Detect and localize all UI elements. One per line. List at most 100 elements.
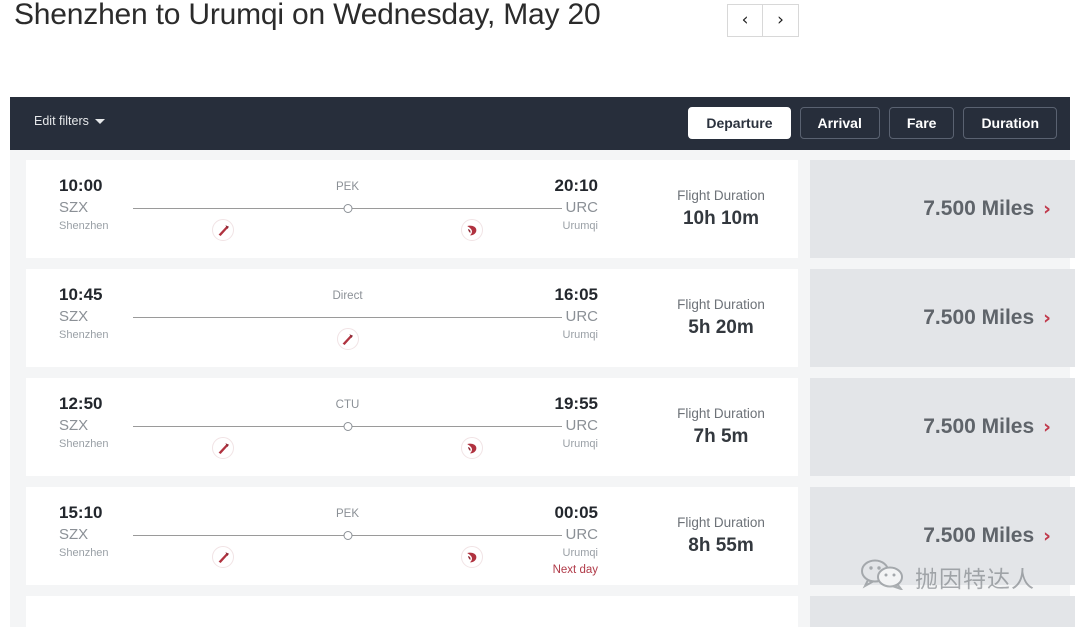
arrival-airport-code: URC — [565, 308, 599, 325]
miles-price-block: 7.500 Miles › — [923, 306, 1051, 330]
arrival-city: Urumqi — [562, 547, 598, 559]
flight-details-card[interactable]: 15:10 SZX Shenzhen PEK 00:05 URC Urumqi Next da… — [26, 487, 798, 585]
flight-duration-block: Flight Duration 10h 10m — [646, 186, 796, 232]
flight-duration-block: Flight Duration 8h 55m — [646, 513, 796, 559]
flight-details-card[interactable]: 10:45 SZX Shenzhen Direct 16:05 URC Urumqi Flig… — [26, 269, 798, 367]
stop-label: PEK — [335, 508, 360, 520]
results-toolbar: Edit filters Departure Arrival Fare Duratio… — [10, 97, 1070, 150]
departure-time: 12:50 — [59, 394, 103, 413]
flight-row[interactable]: 15:10 SZX Shenzhen PEK 00:05 URC Urumqi Next da… — [10, 487, 1075, 585]
flight-search-results-page: Shenzhen to Urumqi on Wednesday, May 20 … — [0, 0, 1080, 627]
edit-filters-button[interactable]: Edit filters — [34, 114, 105, 128]
sort-button-arrival[interactable]: Arrival — [799, 107, 880, 139]
flight-row[interactable]: 10:00 SZX Shenzhen PEK 20:10 URC Urumqi Flight … — [10, 160, 1075, 258]
airline-logo-icon — [460, 219, 483, 241]
departure-city: Shenzhen — [59, 220, 109, 232]
date-navigation: ‹ › — [727, 4, 799, 37]
airline-logo-icon — [212, 546, 235, 568]
flight-duration-value: 10h 10m — [682, 208, 760, 229]
flight-details-card[interactable] — [26, 596, 798, 627]
arrival-time: 20:10 — [554, 176, 598, 195]
flight-row[interactable] — [10, 596, 1075, 627]
next-day-label: Next day — [552, 564, 598, 576]
sort-button-departure[interactable]: Departure — [688, 107, 791, 139]
arrival-city: Urumqi — [562, 220, 598, 232]
stop-dot — [343, 531, 352, 540]
airline-logo-icon — [460, 437, 483, 459]
next-day-button[interactable]: › — [763, 4, 799, 37]
flight-duration-label: Flight Duration — [677, 297, 765, 312]
miles-price-block: 7.500 Miles › — [923, 524, 1051, 548]
route-line-graphic: PEK — [133, 181, 562, 241]
arrival-airport-code: URC — [565, 526, 599, 543]
select-fare-button[interactable]: 7.500 Miles › — [810, 378, 1075, 476]
departure-info: 10:00 SZX Shenzhen — [59, 175, 169, 235]
stop-label: Direct — [332, 290, 363, 302]
chevron-down-icon — [94, 118, 105, 124]
arrival-info: 19:55 URC Urumqi — [508, 393, 598, 453]
flight-details-card[interactable]: 10:00 SZX Shenzhen PEK 20:10 URC Urumqi Flight … — [26, 160, 798, 258]
flight-row[interactable]: 12:50 SZX Shenzhen CTU 19:55 URC Urumqi Flight … — [10, 378, 1075, 476]
flight-details-card[interactable]: 12:50 SZX Shenzhen CTU 19:55 URC Urumqi Flight … — [26, 378, 798, 476]
chevron-right-icon: › — [1043, 524, 1051, 547]
airline-logo-icon — [212, 219, 235, 241]
flight-duration-value: 5h 20m — [688, 317, 754, 338]
route-line-graphic: PEK — [133, 508, 562, 568]
arrival-info: 20:10 URC Urumqi — [508, 175, 598, 235]
departure-city: Shenzhen — [59, 547, 109, 559]
flight-duration-block: Flight Duration 7h 5m — [646, 404, 796, 450]
miles-price: 7.500 Miles — [923, 524, 1035, 547]
miles-price: 7.500 Miles — [923, 306, 1035, 329]
flight-row[interactable]: 10:45 SZX Shenzhen Direct 16:05 URC Urumqi Flig… — [10, 269, 1075, 367]
airline-logo-icon — [460, 546, 483, 568]
departure-city: Shenzhen — [59, 329, 109, 341]
chevron-right-icon: › — [1043, 306, 1051, 329]
departure-info: 10:45 SZX Shenzhen — [59, 284, 169, 344]
miles-price-block: 7.500 Miles › — [923, 415, 1051, 439]
flight-duration-value: 8h 55m — [688, 535, 754, 556]
route-line-graphic: Direct — [133, 290, 562, 350]
flight-duration-label: Flight Duration — [677, 188, 765, 203]
arrival-time: 00:05 — [554, 503, 598, 522]
flight-duration-block: Flight Duration 5h 20m — [646, 295, 796, 341]
miles-price-block: 7.500 Miles › — [923, 197, 1051, 221]
flight-duration-label: Flight Duration — [677, 515, 765, 530]
page-header: Shenzhen to Urumqi on Wednesday, May 20 … — [0, 0, 1080, 88]
departure-info: 15:10 SZX Shenzhen — [59, 502, 169, 562]
select-fare-button[interactable]: 7.500 Miles › — [810, 269, 1075, 367]
stop-label: PEK — [335, 181, 360, 193]
flight-duration-label: Flight Duration — [677, 406, 765, 421]
arrival-info: 16:05 URC Urumqi — [508, 284, 598, 344]
departure-city: Shenzhen — [59, 438, 109, 450]
flight-duration-value: 7h 5m — [693, 426, 749, 447]
arrival-info: 00:05 URC Urumqi Next day — [508, 502, 598, 579]
stop-label: CTU — [335, 399, 360, 411]
chevron-right-icon: › — [1043, 415, 1051, 438]
page-title: Shenzhen to Urumqi on Wednesday, May 20 — [14, 0, 601, 31]
arrival-airport-code: URC — [565, 417, 599, 434]
arrival-time: 16:05 — [554, 285, 598, 304]
arrival-airport-code: URC — [565, 199, 599, 216]
departure-time: 10:00 — [59, 176, 103, 195]
airline-logo-icon — [336, 328, 359, 350]
route-line — [133, 317, 562, 318]
route-line-graphic: CTU — [133, 399, 562, 459]
sort-button-duration[interactable]: Duration — [963, 107, 1057, 139]
chevron-right-icon: › — [1043, 197, 1051, 220]
airline-logo-icon — [212, 437, 235, 459]
stop-dot — [343, 422, 352, 431]
sort-options-group: Departure Arrival Fare Duration — [688, 107, 1057, 139]
departure-time: 10:45 — [59, 285, 103, 304]
results-panel: Edit filters Departure Arrival Fare Duratio… — [10, 97, 1075, 627]
previous-day-button[interactable]: ‹ — [727, 4, 763, 37]
flight-results-list: 10:00 SZX Shenzhen PEK 20:10 URC Urumqi Flight … — [10, 150, 1075, 627]
select-fare-button[interactable] — [810, 596, 1075, 627]
arrival-time: 19:55 — [554, 394, 598, 413]
select-fare-button[interactable]: 7.500 Miles › — [810, 487, 1075, 585]
sort-button-fare[interactable]: Fare — [888, 107, 955, 139]
miles-price: 7.500 Miles — [923, 415, 1035, 438]
arrival-city: Urumqi — [562, 329, 598, 341]
select-fare-button[interactable]: 7.500 Miles › — [810, 160, 1075, 258]
stop-dot — [343, 204, 352, 213]
departure-time: 15:10 — [59, 503, 103, 522]
